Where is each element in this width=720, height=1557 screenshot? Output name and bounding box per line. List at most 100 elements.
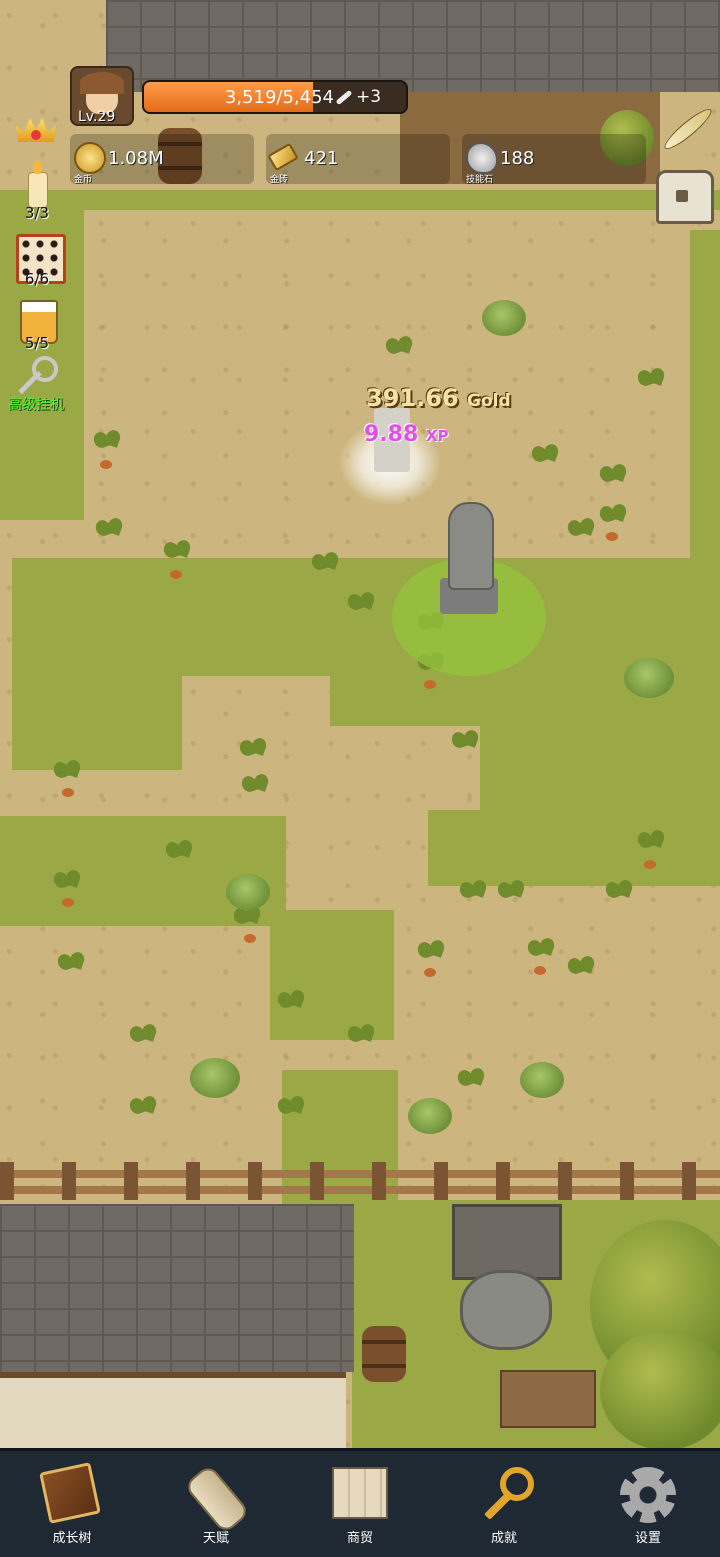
nav-achievements[interactable]: 成就	[432, 1451, 576, 1557]
carrot	[606, 532, 618, 541]
cabbage	[408, 1098, 452, 1134]
sprout-plant	[94, 518, 124, 544]
sprout-plant	[276, 1096, 306, 1122]
xp-reward-unit: XP	[425, 427, 449, 445]
bone-icon	[335, 89, 353, 106]
house-roof	[0, 1204, 354, 1372]
nav-label: 商贸	[346, 1531, 373, 1546]
carrot	[62, 788, 74, 797]
nav-label: 天赋	[202, 1531, 229, 1546]
well-roof	[452, 1204, 562, 1280]
sprout-plant	[276, 990, 306, 1016]
cabbage	[190, 1058, 240, 1098]
gold-bar-value: 421	[304, 148, 339, 169]
sprout-plant	[162, 540, 192, 566]
gold-bar-counter[interactable]: 421 金砖	[266, 134, 450, 185]
carrot	[244, 934, 256, 943]
sprout-plant	[346, 592, 376, 618]
gold-reward-unit: Gold	[466, 391, 511, 411]
wooden-cart	[500, 1370, 596, 1428]
sprout-plant	[598, 464, 628, 490]
nav-label: 设置	[634, 1531, 661, 1546]
carrot	[424, 680, 436, 689]
beer-button[interactable]: 5/5	[14, 296, 64, 352]
gold-reward-value: 391.66	[366, 384, 459, 412]
sprout-plant	[164, 840, 194, 866]
sprout-plant	[128, 1096, 158, 1122]
sprout-plant	[530, 444, 560, 470]
nav-label: 成长树	[52, 1531, 92, 1546]
hooded-statue[interactable]	[448, 502, 494, 590]
sprout-plant	[526, 938, 556, 964]
grass-patch	[428, 810, 720, 886]
player-level: Lv.29	[78, 109, 116, 125]
nav-growth-tree[interactable]: 成长树	[0, 1451, 144, 1557]
gold-coin-icon	[74, 142, 106, 174]
nav-settings[interactable]: 设置	[576, 1451, 720, 1557]
nav-trade[interactable]: 商贸	[288, 1451, 432, 1557]
sprout-plant	[310, 552, 340, 578]
crown-icon[interactable]	[14, 108, 58, 144]
sprout-plant	[384, 336, 414, 362]
carrot	[644, 860, 656, 869]
carrot	[170, 570, 182, 579]
sprout-plant	[636, 830, 666, 856]
skill-stone-label: 技能石	[466, 175, 494, 185]
sprout-plant	[566, 956, 596, 982]
dice-count: 6/6	[24, 270, 50, 288]
carrot	[100, 460, 112, 469]
xp-reward-value: 9.88	[364, 422, 419, 447]
book-icon	[39, 1462, 101, 1524]
gold-bar-label: 金砖	[270, 175, 289, 185]
sprout-plant	[566, 518, 596, 544]
gold-coin-counter[interactable]: 1.08M 金币	[70, 134, 254, 185]
candle-icon	[28, 161, 48, 208]
sprout-plant	[416, 940, 446, 966]
treasure-chest-icon[interactable]	[654, 166, 714, 224]
skill-stone-icon	[466, 142, 498, 174]
gold-coin-label: 金币	[74, 175, 93, 185]
carrot	[424, 968, 436, 977]
bottom-nav: 成长树 天赋 商贸 成就 设置	[0, 1448, 720, 1557]
sprout-plant	[598, 504, 628, 530]
barrel	[362, 1326, 406, 1382]
auto-idle-key-icon[interactable]	[12, 356, 60, 396]
carrot	[534, 966, 546, 975]
sprout-plant	[92, 430, 122, 456]
cabbage	[226, 874, 270, 910]
grass-patch	[12, 558, 182, 770]
auto-idle-label[interactable]: 高级挂机	[8, 394, 64, 414]
gold-bar-icon	[267, 142, 299, 172]
carrot	[62, 898, 74, 907]
xp-bonus: +3	[356, 87, 382, 107]
cabbage	[624, 658, 674, 698]
scroll-icon	[183, 1463, 251, 1535]
sprout-plant	[458, 880, 488, 906]
stone-well	[460, 1270, 552, 1350]
tree	[600, 1330, 720, 1448]
feather-icon[interactable]	[654, 100, 714, 158]
key-icon	[476, 1467, 534, 1523]
cabbage	[482, 300, 526, 336]
house-wall	[0, 1372, 346, 1448]
map-icon	[332, 1467, 388, 1519]
beer-count: 5/5	[24, 334, 50, 352]
wooden-fence	[0, 1162, 720, 1200]
sprout-plant	[346, 1024, 376, 1050]
skill-stone-value: 188	[500, 148, 535, 169]
game-world[interactable]: 391.66 Gold 9.88 XP	[0, 0, 720, 1448]
sprout-plant	[496, 880, 526, 906]
candle-button[interactable]: 3/3	[14, 161, 64, 222]
dice-button[interactable]: 6/6	[14, 232, 66, 288]
gold-coin-value: 1.08M	[108, 148, 164, 169]
sprout-plant	[238, 738, 268, 764]
nav-talent[interactable]: 天赋	[144, 1451, 288, 1557]
skill-stone-counter[interactable]: 188 技能石	[462, 134, 646, 185]
xp-reward-popup: 9.88 XP	[364, 422, 449, 447]
grass-patch	[0, 190, 720, 210]
sprout-plant	[636, 368, 666, 394]
sprout-plant	[52, 760, 82, 786]
cabbage	[520, 1062, 564, 1098]
xp-progress-text: 3,519/5,454	[224, 87, 334, 108]
sprout-plant	[456, 1068, 486, 1094]
